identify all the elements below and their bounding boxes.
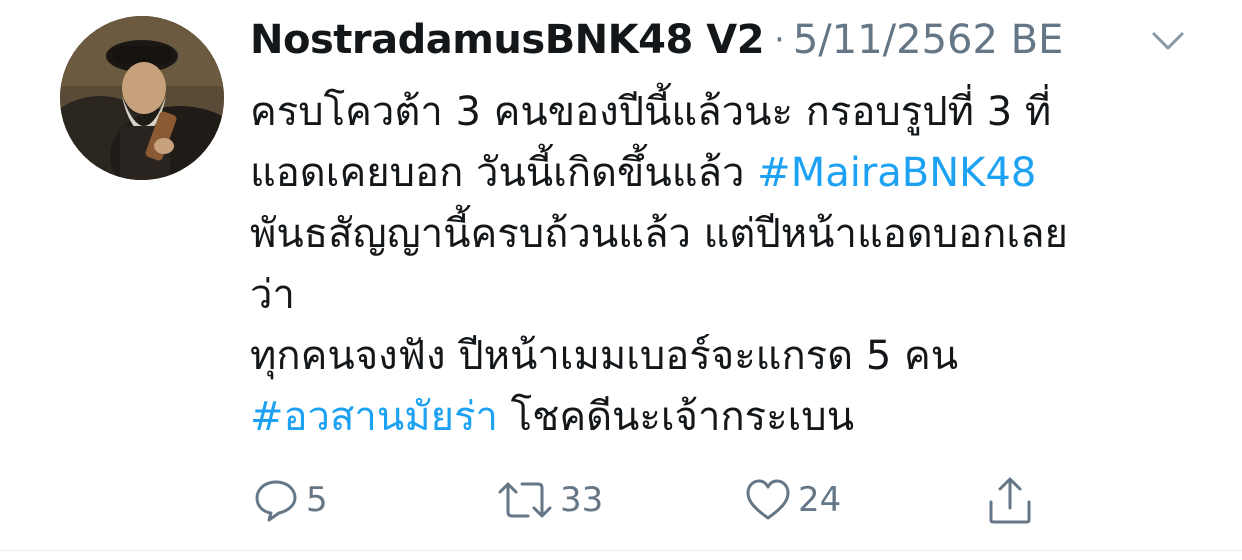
avatar[interactable] [60, 16, 224, 180]
tweet-text-line: ว่า [250, 265, 1210, 326]
timestamp[interactable]: 5/11/2562 BE [793, 17, 1064, 63]
tweet-text-line: ทุกคนจงฟัง ปีหน้าเมมเบอร์จะแกรด 5 คน [250, 326, 1210, 387]
tweet-text-segment: พันธสัญญานี้ครบถ้วนแล้ว แต่ปีหน้าแอดบอกเ… [250, 211, 1068, 257]
reply-count: 5 [306, 480, 328, 520]
tweet-text-line: พันธสัญญานี้ครบถ้วนแล้ว แต่ปีหน้าแอดบอกเ… [250, 204, 1210, 265]
like-button[interactable]: 24 [744, 470, 841, 530]
tweet-text-line: แอดเคยบอก วันนี้เกิดขึ้นแล้ว #MairaBNK48 [250, 143, 1210, 204]
reply-button[interactable]: 5 [252, 470, 328, 530]
retweet-button[interactable]: 33 [496, 470, 603, 530]
retweet-count: 33 [560, 480, 604, 520]
tweet-text-segment: แอดเคยบอก วันนี้เกิดขึ้นแล้ว [250, 150, 758, 196]
separator-dot: · [774, 20, 785, 60]
hashtag-link[interactable]: #อวสานมัยร่า [250, 394, 498, 440]
share-icon [989, 477, 1031, 524]
tweet-text-segment: โชคดีนะเจ้ากระเบน [497, 394, 855, 440]
tweet-text-segment: ทุกคนจงฟัง ปีหน้าเมมเบอร์จะแกรด 5 คน [250, 333, 959, 379]
avatar-portrait-image [60, 16, 224, 180]
tweet-text: ครบโควต้า 3 คนของปีนี้แล้วนะ กรอบรูปที่ … [250, 82, 1210, 448]
hashtag-link[interactable]: #MairaBNK48 [757, 150, 1036, 196]
tweet-actions: 5 33 24 [0, 470, 1242, 530]
tweet-card[interactable]: NostradamusBNK48 V2 · 5/11/2562 BE ครบโค… [0, 0, 1242, 560]
tweet-text-line: #อวสานมัยร่า โชคดีนะเจ้ากระเบน [250, 387, 1210, 448]
share-button[interactable] [986, 470, 1034, 530]
tweet-header: NostradamusBNK48 V2 · 5/11/2562 BE [250, 12, 1063, 68]
tweet-text-segment: ว่า [250, 272, 295, 318]
chevron-down-icon[interactable] [1150, 22, 1186, 58]
heart-icon [746, 479, 790, 520]
tweet-text-line: ครบโควต้า 3 คนของปีนี้แล้วนะ กรอบรูปที่ … [250, 82, 1210, 143]
reply-icon [255, 480, 297, 522]
retweet-icon [498, 482, 552, 518]
like-count: 24 [798, 480, 842, 520]
divider [0, 550, 1242, 551]
display-name[interactable]: NostradamusBNK48 V2 [250, 17, 765, 63]
tweet-text-segment: ครบโควต้า 3 คนของปีนี้แล้วนะ กรอบรูปที่ … [250, 89, 1052, 135]
